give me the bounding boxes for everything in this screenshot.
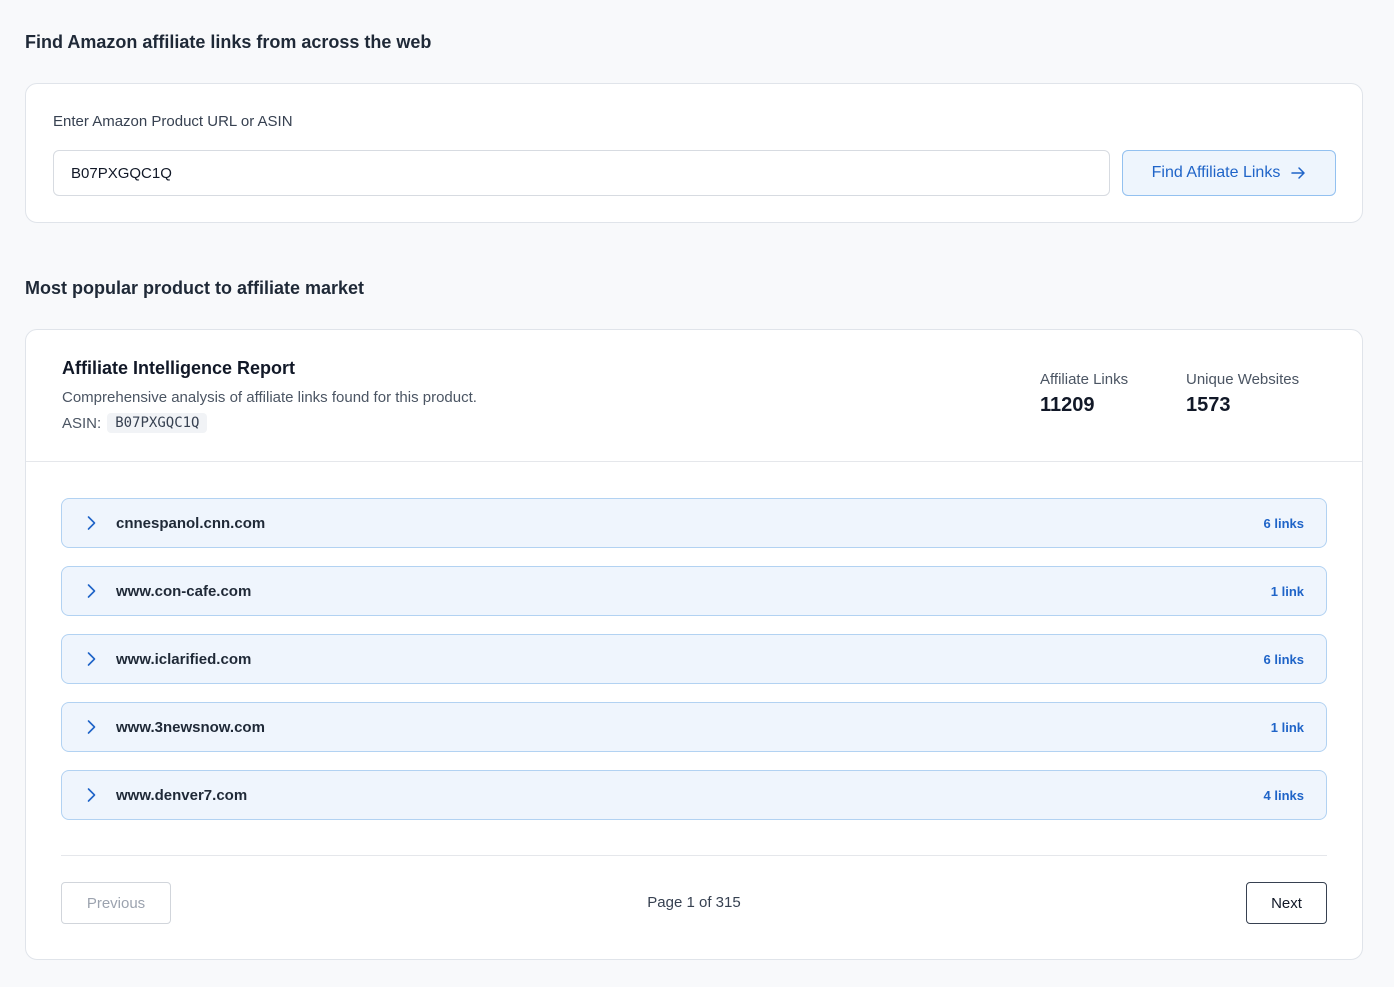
pagination-divider (61, 855, 1327, 856)
chevron-right-icon (87, 516, 96, 530)
link-count-badge: 6 links (1263, 515, 1304, 531)
link-count-badge: 1 link (1270, 719, 1304, 735)
chevron-right-icon (87, 652, 96, 666)
stat-unique-websites: Unique Websites 1573 (1186, 371, 1299, 417)
domain-name: www.iclarified.com (116, 650, 252, 668)
report-divider (26, 461, 1362, 462)
domain-row[interactable]: www.iclarified.com 6 links (61, 634, 1327, 684)
domain-name: cnnespanol.cnn.com (116, 514, 266, 532)
domain-name: www.3newsnow.com (116, 718, 265, 736)
domain-row[interactable]: www.con-cafe.com 1 link (61, 566, 1327, 616)
link-count-badge: 4 links (1263, 787, 1304, 803)
domain-row[interactable]: www.3newsnow.com 1 link (61, 702, 1327, 752)
search-input[interactable] (53, 150, 1110, 196)
report-description: Comprehensive analysis of affiliate link… (62, 389, 477, 406)
page-info: Page 1 of 315 (647, 894, 741, 911)
stat-unique-websites-value: 1573 (1186, 394, 1231, 416)
link-count-badge: 6 links (1263, 651, 1304, 667)
chevron-right-icon (87, 584, 96, 598)
domain-row[interactable]: cnnespanol.cnn.com 6 links (61, 498, 1327, 548)
chevron-right-icon (87, 720, 96, 734)
stat-affiliate-links: Affiliate Links 11209 (1040, 371, 1128, 417)
domain-name: www.denver7.com (116, 786, 248, 804)
search-label: Enter Amazon Product URL or ASIN (53, 113, 293, 130)
link-count-badge: 1 link (1270, 583, 1304, 599)
find-affiliate-links-button[interactable]: Find Affiliate Links (1122, 150, 1336, 196)
report-card: Affiliate Intelligence Report Comprehens… (25, 329, 1363, 960)
search-card: Enter Amazon Product URL or ASIN Find Af… (25, 83, 1363, 223)
asin-row: ASIN: B07PXGQC1Q (62, 413, 208, 433)
domain-list: cnnespanol.cnn.com 6 links www.con-cafe.… (61, 498, 1327, 838)
asin-code: B07PXGQC1Q (107, 413, 208, 433)
chevron-right-icon (87, 788, 96, 802)
arrow-right-icon (1291, 167, 1306, 179)
domain-row[interactable]: www.denver7.com 4 links (61, 770, 1327, 820)
stat-affiliate-links-value: 11209 (1040, 394, 1095, 416)
next-button[interactable]: Next (1246, 882, 1327, 924)
domain-name: www.con-cafe.com (116, 582, 252, 600)
search-heading: Find Amazon affiliate links from across … (25, 32, 432, 52)
find-affiliate-links-label: Find Affiliate Links (1151, 164, 1281, 181)
stat-unique-websites-label: Unique Websites (1186, 371, 1300, 388)
asin-label: ASIN: (62, 414, 102, 432)
stat-affiliate-links-label: Affiliate Links (1040, 371, 1129, 388)
report-title: Affiliate Intelligence Report (62, 358, 296, 378)
popular-heading: Most popular product to affiliate market (25, 278, 365, 298)
